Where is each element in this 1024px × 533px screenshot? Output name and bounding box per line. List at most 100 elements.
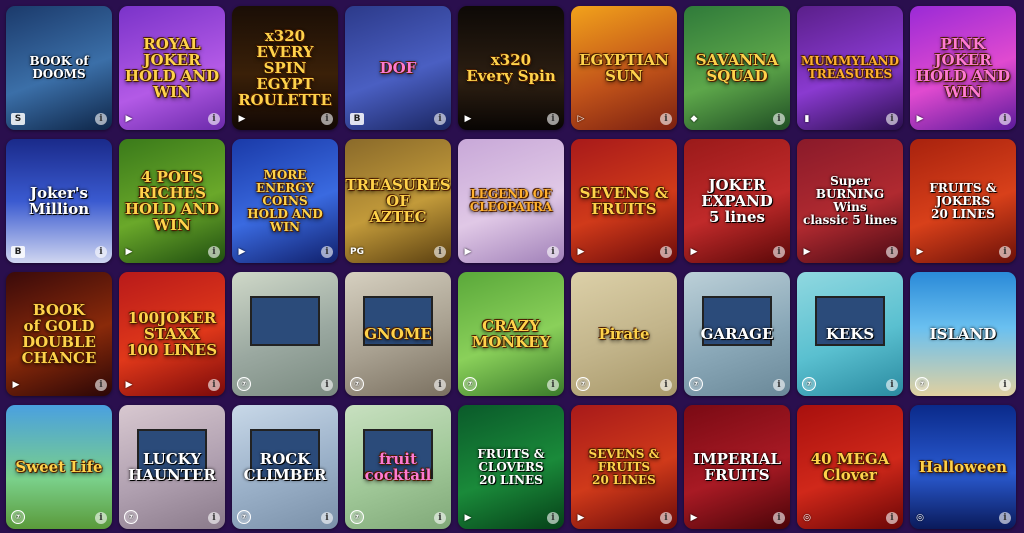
game-tile[interactable]: KEKS ⑦ i bbox=[797, 272, 903, 396]
game-title: LEGEND OF CLEOPATRA bbox=[469, 187, 553, 214]
provider-logo-icon: ▷ bbox=[577, 114, 585, 124]
info-icon[interactable]: i bbox=[321, 113, 333, 125]
game-tile[interactable]: SEVENS & FRUITS ▶ i bbox=[571, 139, 677, 263]
info-icon[interactable]: i bbox=[999, 246, 1011, 258]
info-icon[interactable]: i bbox=[660, 246, 672, 258]
info-icon[interactable]: i bbox=[434, 512, 446, 524]
provider-logo-icon: ▶ bbox=[464, 513, 472, 523]
info-icon[interactable]: i bbox=[773, 113, 785, 125]
game-tile[interactable]: LUCKY HAUNTER ⑦ i bbox=[119, 405, 225, 529]
info-icon[interactable]: i bbox=[886, 113, 898, 125]
info-icon[interactable]: i bbox=[434, 113, 446, 125]
info-icon[interactable]: i bbox=[999, 512, 1011, 524]
game-title: MORE ENERGY COINS HOLD AND WIN bbox=[247, 167, 323, 234]
game-tile[interactable]: BOOK of GOLD DOUBLE CHANCE ▶ i bbox=[6, 272, 112, 396]
game-title: ISLAND bbox=[929, 325, 997, 343]
info-icon[interactable]: i bbox=[321, 246, 333, 258]
info-icon[interactable]: i bbox=[434, 246, 446, 258]
provider-logo-icon: ⑦ bbox=[11, 510, 25, 524]
info-icon[interactable]: i bbox=[773, 379, 785, 391]
game-title: BOOK of DOOMS bbox=[29, 54, 89, 81]
provider-logo-icon: ◎ bbox=[803, 513, 811, 523]
game-tile[interactable]: SAVANNA SQUAD ◆ i bbox=[684, 6, 790, 130]
info-icon[interactable]: i bbox=[547, 512, 559, 524]
game-tile[interactable]: MORE ENERGY COINS HOLD AND WIN ▶ i bbox=[232, 139, 338, 263]
provider-logo-icon: ◎ bbox=[916, 513, 924, 523]
game-tile[interactable]: MUMMYLAND TREASURES ▮ i bbox=[797, 6, 903, 130]
game-title: x320 Every Spin bbox=[466, 51, 556, 85]
game-title: SEVENS & FRUITS bbox=[579, 184, 669, 218]
provider-logo-icon: ▶ bbox=[577, 247, 585, 257]
game-tile[interactable]: TREASURES OF AZTEC PG i bbox=[345, 139, 451, 263]
info-icon[interactable]: i bbox=[660, 379, 672, 391]
game-tile[interactable]: BOOK of DOOMS Si bbox=[6, 6, 112, 130]
info-icon[interactable]: i bbox=[886, 246, 898, 258]
info-icon[interactable]: i bbox=[547, 246, 559, 258]
game-tile[interactable]: fruit cocktail ⑦ i bbox=[345, 405, 451, 529]
game-title: TREASURES OF AZTEC bbox=[345, 176, 451, 226]
game-grid: BOOK of DOOMS Si ROYAL JOKER HOLD AND WIN ▶… bbox=[0, 0, 1024, 529]
game-tile[interactable]: x320 EVERY SPIN EGYPT ROULETTE ▶ i bbox=[232, 6, 338, 130]
game-tile[interactable]: LEGEND OF CLEOPATRA ▶ i bbox=[458, 139, 564, 263]
game-tile[interactable]: Sweet Life ⑦ i bbox=[6, 405, 112, 529]
info-icon[interactable]: i bbox=[999, 113, 1011, 125]
info-icon[interactable]: i bbox=[999, 379, 1011, 391]
game-tile[interactable]: 4 POTS RICHES HOLD AND WIN ▶ i bbox=[119, 139, 225, 263]
info-icon[interactable]: i bbox=[95, 113, 107, 125]
game-tile[interactable]: Joker's Million Bi bbox=[6, 139, 112, 263]
info-icon[interactable]: i bbox=[95, 246, 107, 258]
info-icon[interactable]: i bbox=[208, 512, 220, 524]
game-title: 4 POTS RICHES HOLD AND WIN bbox=[124, 168, 220, 234]
game-tile[interactable]: PINK JOKER HOLD AND WIN ▶ i bbox=[910, 6, 1016, 130]
provider-logo-icon: ▶ bbox=[12, 380, 20, 390]
game-title: ROCK CLIMBER bbox=[243, 450, 327, 484]
info-icon[interactable]: i bbox=[660, 512, 672, 524]
info-icon[interactable]: i bbox=[773, 512, 785, 524]
provider-logo-icon: ⑦ bbox=[350, 377, 364, 391]
game-tile[interactable]: Pirate ⑦ i bbox=[571, 272, 677, 396]
game-tile[interactable]: Super BURNING Wins classic 5 lines ▶ i bbox=[797, 139, 903, 263]
info-icon[interactable]: i bbox=[434, 379, 446, 391]
game-tile[interactable]: x320 Every Spin ▶ i bbox=[458, 6, 564, 130]
info-icon[interactable]: i bbox=[95, 512, 107, 524]
info-icon[interactable]: i bbox=[886, 512, 898, 524]
game-tile[interactable]: ROCK CLIMBER ⑦ i bbox=[232, 405, 338, 529]
info-icon[interactable]: i bbox=[773, 246, 785, 258]
info-icon[interactable]: i bbox=[660, 113, 672, 125]
provider-logo-icon: ⑦ bbox=[802, 377, 816, 391]
game-title: Pirate bbox=[598, 325, 650, 343]
provider-logo-icon: ▶ bbox=[238, 247, 246, 257]
info-icon[interactable]: i bbox=[208, 379, 220, 391]
game-title: Halloween bbox=[918, 458, 1008, 476]
game-tile[interactable]: FRUITS & CLOVERS 20 LINES ▶ i bbox=[458, 405, 564, 529]
info-icon[interactable]: i bbox=[95, 379, 107, 391]
game-tile[interactable]: Halloween ◎ i bbox=[910, 405, 1016, 529]
game-tile[interactable]: 100JOKER STAXX 100 LINES ▶ i bbox=[119, 272, 225, 396]
game-tile[interactable]: ROYAL JOKER HOLD AND WIN ▶ i bbox=[119, 6, 225, 130]
provider-logo-icon: ⑦ bbox=[124, 510, 138, 524]
game-title: FRUITS & CLOVERS 20 LINES bbox=[477, 446, 545, 487]
game-tile[interactable]: FRUITS & JOKERS 20 LINES ▶ i bbox=[910, 139, 1016, 263]
game-tile[interactable]: EGYPTIAN SUN ▷ i bbox=[571, 6, 677, 130]
info-icon[interactable]: i bbox=[321, 379, 333, 391]
game-title: BOOK of GOLD DOUBLE CHANCE bbox=[21, 301, 97, 367]
game-tile[interactable]: ISLAND ⑦ i bbox=[910, 272, 1016, 396]
game-tile[interactable]: IMPERIAL FRUITS ▶ i bbox=[684, 405, 790, 529]
game-tile[interactable]: SEVENS & FRUITS 20 LINES ▶ i bbox=[571, 405, 677, 529]
game-tile[interactable]: JOKER EXPAND 5 lines ▶ i bbox=[684, 139, 790, 263]
info-icon[interactable]: i bbox=[886, 379, 898, 391]
game-tile[interactable]: DOF Bi bbox=[345, 6, 451, 130]
game-title: JOKER EXPAND 5 lines bbox=[701, 176, 773, 226]
game-tile[interactable]: GARAGE ⑦ i bbox=[684, 272, 790, 396]
info-icon[interactable]: i bbox=[208, 246, 220, 258]
game-tile[interactable]: CRAZY MONKEY ⑦ i bbox=[458, 272, 564, 396]
info-icon[interactable]: i bbox=[208, 113, 220, 125]
game-tile[interactable]: 40 MEGA Clover ◎ i bbox=[797, 405, 903, 529]
provider-logo-icon: ▶ bbox=[125, 247, 133, 257]
info-icon[interactable]: i bbox=[547, 113, 559, 125]
info-icon[interactable]: i bbox=[321, 512, 333, 524]
provider-logo-icon: ⑦ bbox=[915, 377, 929, 391]
game-tile[interactable]: ⑦i bbox=[232, 272, 338, 396]
info-icon[interactable]: i bbox=[547, 379, 559, 391]
game-tile[interactable]: GNOME ⑦ i bbox=[345, 272, 451, 396]
